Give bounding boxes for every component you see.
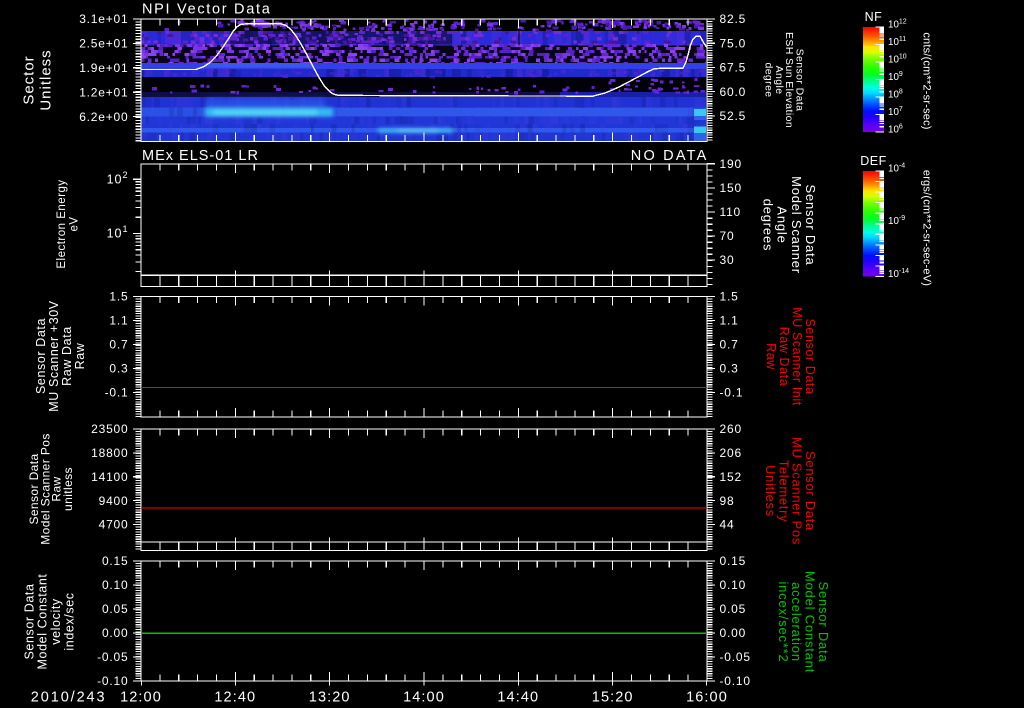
svg-text:Electron Energy: Electron Energy — [56, 179, 68, 268]
svg-text:cnts/(cm**2-sr-sec): cnts/(cm**2-sr-sec) — [921, 32, 933, 129]
svg-text:-0.1: -0.1 — [105, 386, 129, 400]
svg-text:67.5: 67.5 — [720, 61, 747, 75]
svg-text:1.1: 1.1 — [109, 314, 128, 328]
svg-text:12:00: 12:00 — [120, 690, 162, 706]
svg-text:-0.05: -0.05 — [97, 650, 128, 664]
svg-text:0.3: 0.3 — [720, 362, 739, 376]
svg-text:206: 206 — [720, 446, 742, 460]
svg-text:3.1e+01: 3.1e+01 — [79, 12, 128, 26]
svg-text:-0.05: -0.05 — [720, 650, 751, 664]
svg-text:0.00: 0.00 — [720, 626, 747, 640]
svg-text:16:00: 16:00 — [686, 690, 728, 706]
svg-text:15:20: 15:20 — [592, 690, 634, 706]
svg-text:0.00: 0.00 — [102, 626, 129, 640]
svg-text:MU Scanner +30V: MU Scanner +30V — [47, 300, 61, 412]
svg-text:ergs/(cm**2-sr-sec-eV): ergs/(cm**2-sr-sec-eV) — [921, 170, 933, 286]
svg-text:NPI Vector Data: NPI Vector Data — [142, 2, 271, 18]
svg-text:0.10: 0.10 — [102, 578, 129, 592]
svg-text:MU Scanner Init: MU Scanner Init — [790, 307, 804, 406]
svg-text:0.7: 0.7 — [720, 338, 739, 352]
svg-text:4700: 4700 — [99, 518, 129, 532]
svg-text:Sector: Sector — [20, 55, 37, 104]
svg-text:Model Constant: Model Constant — [36, 574, 50, 670]
svg-text:-0.10: -0.10 — [720, 674, 751, 688]
svg-text:Angle: Angle — [775, 206, 790, 243]
svg-text:Sensor Data: Sensor Data — [803, 184, 818, 265]
svg-text:6.2e+00: 6.2e+00 — [79, 110, 128, 124]
svg-text:14:00: 14:00 — [403, 690, 445, 706]
svg-text:2.5e+01: 2.5e+01 — [79, 37, 128, 51]
svg-text:1.9e+01: 1.9e+01 — [79, 61, 128, 75]
svg-text:150: 150 — [720, 181, 742, 195]
svg-text:0.10: 0.10 — [720, 578, 747, 592]
svg-text:190: 190 — [720, 157, 742, 171]
svg-text:152: 152 — [720, 470, 742, 484]
svg-text:MEx ELS-01 LR: MEx ELS-01 LR — [142, 148, 259, 164]
svg-text:Sensor Data: Sensor Data — [22, 583, 36, 659]
svg-text:incex/sec**2: incex/sec**2 — [776, 581, 791, 662]
svg-text:9400: 9400 — [99, 494, 129, 508]
svg-text:0.7: 0.7 — [109, 338, 128, 352]
svg-text:98: 98 — [720, 494, 735, 508]
svg-text:260: 260 — [720, 422, 742, 436]
svg-text:2010/243: 2010/243 — [31, 690, 107, 706]
svg-text:13:20: 13:20 — [309, 690, 351, 706]
svg-text:82.5: 82.5 — [720, 12, 747, 26]
svg-text:0.3: 0.3 — [109, 362, 128, 376]
svg-text:1.2e+01: 1.2e+01 — [79, 85, 128, 99]
svg-text:degree: degree — [763, 62, 775, 97]
svg-text:23500: 23500 — [91, 422, 128, 436]
svg-text:Unitless: Unitless — [763, 465, 778, 517]
svg-text:eV: eV — [69, 216, 81, 231]
svg-text:44: 44 — [720, 518, 735, 532]
svg-text:0.15: 0.15 — [102, 554, 129, 568]
svg-text:14:40: 14:40 — [497, 690, 539, 706]
svg-text:12:40: 12:40 — [214, 690, 256, 706]
svg-text:52.5: 52.5 — [720, 109, 747, 123]
svg-text:30: 30 — [720, 253, 735, 267]
svg-text:Raw: Raw — [73, 342, 87, 369]
svg-text:-0.10: -0.10 — [97, 674, 128, 688]
svg-text:-0.1: -0.1 — [720, 386, 744, 400]
svg-text:velocity: velocity — [49, 598, 63, 645]
svg-text:index/sec: index/sec — [63, 592, 77, 650]
svg-text:Raw Data: Raw Data — [777, 327, 791, 387]
svg-text:0.05: 0.05 — [720, 602, 747, 616]
svg-text:degrees: degrees — [760, 199, 775, 252]
svg-text:Sensor Data: Sensor Data — [34, 318, 48, 394]
svg-text:0.05: 0.05 — [102, 602, 129, 616]
svg-text:1.5: 1.5 — [109, 290, 128, 304]
svg-text:Raw Data: Raw Data — [60, 326, 74, 386]
svg-text:NO DATA: NO DATA — [631, 148, 709, 164]
svg-text:1.5: 1.5 — [720, 290, 739, 304]
svg-text:DEF: DEF — [860, 154, 887, 168]
svg-text:60.0: 60.0 — [720, 85, 747, 99]
svg-text:75.0: 75.0 — [720, 36, 747, 50]
svg-text:Model Scanner: Model Scanner — [789, 176, 804, 274]
svg-text:18800: 18800 — [91, 446, 128, 460]
svg-text:14100: 14100 — [91, 470, 128, 484]
svg-text:NF: NF — [865, 10, 883, 24]
svg-text:0.15: 0.15 — [720, 554, 747, 568]
svg-text:unitless: unitless — [61, 467, 75, 511]
svg-text:110: 110 — [720, 205, 742, 219]
svg-text:Sensor Data: Sensor Data — [803, 318, 817, 394]
svg-text:Unitless: Unitless — [38, 49, 55, 110]
svg-text:1.1: 1.1 — [720, 314, 739, 328]
svg-text:Raw: Raw — [764, 343, 778, 370]
svg-text:70: 70 — [720, 229, 735, 243]
